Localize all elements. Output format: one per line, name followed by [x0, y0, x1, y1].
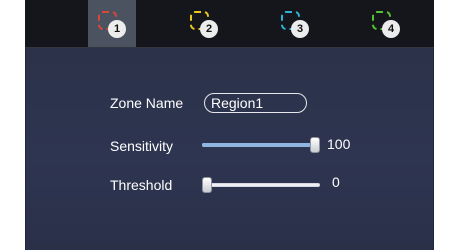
threshold-slider[interactable] — [202, 177, 320, 193]
sensitivity-value: 100 — [327, 136, 351, 152]
region-settings-area: Zone Name Sensitivity 100 Threshold 0 — [26, 48, 433, 250]
tab-number-badge: 4 — [382, 20, 400, 38]
sensitivity-slider[interactable] — [202, 137, 320, 153]
region-tab-bar: 1 2 3 4 — [25, 0, 434, 48]
slider-track — [202, 183, 320, 187]
slider-fill — [202, 143, 315, 147]
sensitivity-label: Sensitivity — [110, 138, 174, 154]
tab-number-badge: 1 — [108, 20, 126, 38]
tab-region-3[interactable]: 3 — [271, 0, 319, 47]
tab-region-1[interactable]: 1 — [88, 0, 136, 47]
zone-name-label: Zone Name — [110, 95, 184, 111]
motion-detect-region-panel: 1 2 3 4 Zone Name Sensitivity 100 Thresh… — [25, 0, 434, 250]
tab-number-badge: 2 — [200, 20, 218, 38]
slider-thumb[interactable] — [310, 137, 320, 153]
tab-region-2[interactable]: 2 — [180, 0, 228, 47]
threshold-label: Threshold — [110, 177, 173, 193]
threshold-value: 0 — [332, 174, 340, 190]
tab-number-badge: 3 — [291, 20, 309, 38]
tab-region-4[interactable]: 4 — [362, 0, 410, 47]
zone-name-input[interactable] — [204, 93, 307, 113]
slider-thumb[interactable] — [202, 177, 212, 193]
